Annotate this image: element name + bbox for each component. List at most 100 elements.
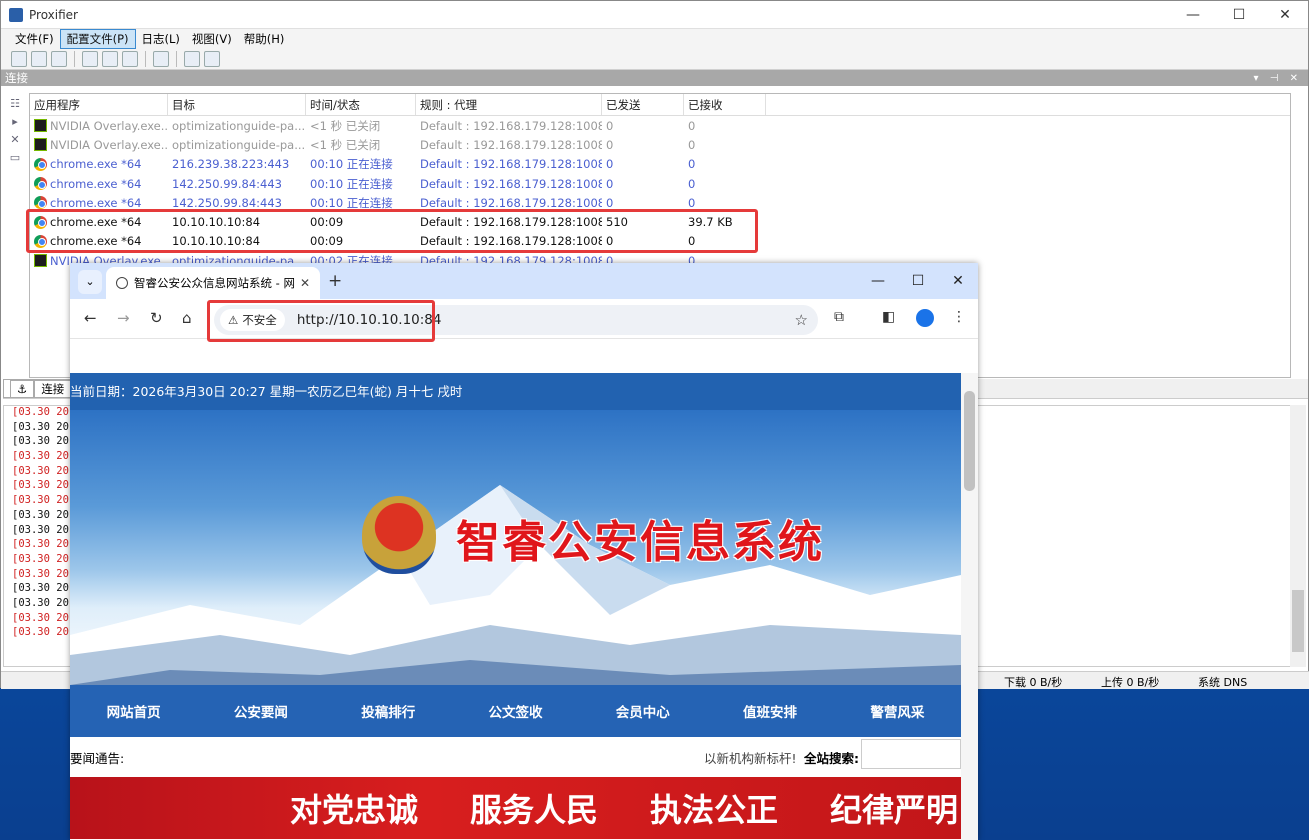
reload-icon[interactable]: ↻ [150, 309, 163, 327]
app-name: chrome.exe *64 [50, 195, 142, 210]
help-icon[interactable] [204, 50, 220, 67]
column-application[interactable]: 应用程序 [30, 94, 168, 115]
sent: 0 [606, 118, 614, 133]
close-button[interactable]: ✕ [1262, 1, 1308, 28]
column-received[interactable]: 已接收 [684, 94, 766, 115]
nav-submission-ranking[interactable]: 投稿排行 [325, 701, 452, 721]
webpage: 当前日期：2026年3月30日 20:27 星期一农历乙巳年(蛇) 月十七 戌时… [70, 373, 961, 840]
column-target[interactable]: 目标 [168, 94, 306, 115]
time-status: 00:10 正在连接 [310, 176, 393, 191]
chrome-window: ⌄ 智睿公安公众信息网站系统 - 网 ✕ + — ☐ ✕ ← → ↻ ⌂ ⚠ 不安… [70, 263, 978, 840]
app-name: NVIDIA Overlay.exe... [50, 137, 168, 152]
rule-proxy: Default : 192.168.179.128:1008... [420, 195, 602, 210]
chrome-close-button[interactable]: ✕ [938, 263, 978, 299]
page-scrollbar[interactable] [961, 373, 978, 840]
new-tab-button[interactable]: + [328, 271, 342, 291]
app-name: chrome.exe *64 [50, 157, 142, 172]
back-icon[interactable]: ← [84, 309, 97, 327]
profile-avatar[interactable] [916, 309, 934, 327]
proxifier-app-icon [9, 7, 23, 22]
chrome-icon [34, 157, 47, 171]
column-rule-proxy[interactable]: 规则 : 代理 [416, 94, 602, 115]
nav-document-receipt[interactable]: 公文签收 [452, 701, 579, 721]
tab-connections[interactable]: ⚓ 连接 [3, 379, 79, 398]
close-connection-icon[interactable]: ✕ [3, 133, 27, 151]
notice-label: 要闻通告: [70, 750, 125, 766]
open-profile-icon[interactable] [102, 50, 118, 67]
connections-panel-header: 连接 ▾ ⊣ ✕ [1, 70, 1308, 86]
home-icon[interactable]: ⌂ [182, 309, 192, 327]
browser-tab[interactable]: 智睿公安公众信息网站系统 - 网 ✕ [106, 267, 320, 299]
nav-police-news[interactable]: 公安要闻 [197, 701, 324, 721]
side-panel-icon[interactable]: ◧ [882, 309, 895, 325]
chrome-minimize-button[interactable]: — [858, 263, 898, 299]
expand-icon[interactable]: ▸ [3, 115, 27, 133]
properties-icon[interactable]: ▭ [3, 151, 27, 169]
page-scrollbar-thumb[interactable] [964, 391, 975, 491]
site-nav: 网站首页 公安要闻 投稿排行 公文签收 会员中心 值班安排 警营风采 [70, 685, 961, 737]
maximize-button[interactable]: ☐ [1216, 1, 1262, 28]
sent: 0 [606, 195, 614, 210]
rules-icon[interactable] [31, 50, 47, 67]
table-row[interactable]: chrome.exe *64 216.239.38.223:443 00:10 … [30, 155, 1290, 174]
forward-icon[interactable]: → [117, 309, 130, 327]
rule-proxy: Default : 192.168.179.128:1008... [420, 176, 602, 191]
extensions-icon[interactable]: ⧉ [834, 309, 844, 325]
list-view-icon[interactable]: ☷ [3, 97, 27, 115]
column-time-status[interactable]: 时间/状态 [306, 94, 416, 115]
panel-controls[interactable]: ▾ ⊣ ✕ [1254, 73, 1308, 84]
police-emblem-logo [362, 496, 436, 574]
dns-mode: 系统 DNS [1198, 676, 1248, 689]
menu-profile[interactable]: 配置文件(P) [59, 28, 136, 49]
menu-log[interactable]: 日志(L) [136, 30, 186, 48]
name-resolution-icon[interactable] [51, 50, 67, 67]
copy-icon[interactable] [153, 50, 169, 67]
site-banner: 智睿公安信息系统 [70, 410, 961, 685]
menu-kebab-icon[interactable]: ⋮ [952, 309, 966, 325]
nav-police-gallery[interactable]: 警营风采 [834, 701, 961, 721]
slogan-item: 纪律严明 [830, 791, 959, 829]
menu-file[interactable]: 文件(F) [9, 30, 60, 48]
app-name: NVIDIA Overlay.exe... [50, 118, 168, 133]
rule-proxy: Default : 192.168.179.128:1008... [420, 118, 602, 133]
window-title: Proxifier [29, 7, 78, 22]
target: optimizationguide-pa... [172, 118, 306, 133]
chrome-tab-strip: ⌄ 智睿公安公众信息网站系统 - 网 ✕ + — ☐ ✕ [70, 263, 978, 299]
side-toolbar: ☷ ▸ ✕ ▭ [3, 97, 27, 169]
chrome-maximize-button[interactable]: ☐ [898, 263, 938, 299]
column-sent[interactable]: 已发送 [602, 94, 684, 115]
scrollbar-thumb[interactable] [1292, 590, 1304, 652]
close-tab-icon[interactable]: ✕ [300, 276, 310, 290]
time-status: <1 秒 已关闭 [310, 137, 381, 152]
highlight-box-connections [26, 209, 758, 253]
target: 142.250.99.84:443 [172, 176, 282, 191]
nav-duty-schedule[interactable]: 值班安排 [706, 701, 833, 721]
nav-member-center[interactable]: 会员中心 [579, 701, 706, 721]
banner-title: 智睿公安信息系统 [456, 517, 824, 568]
slogan-item: 对党忠诚 [290, 791, 419, 829]
nvidia-icon [34, 254, 47, 268]
rule-proxy: Default : 192.168.179.128:1008... [420, 157, 602, 172]
table-row[interactable]: NVIDIA Overlay.exe... optimizationguide-… [30, 116, 1290, 135]
site-search-input[interactable] [861, 739, 961, 769]
nav-home[interactable]: 网站首页 [70, 701, 197, 721]
table-row[interactable]: NVIDIA Overlay.exe... optimizationguide-… [30, 135, 1290, 154]
nvidia-icon [34, 138, 47, 152]
received: 0 [688, 137, 696, 152]
new-profile-icon[interactable] [82, 50, 98, 67]
notice-marquee[interactable]: 以新机构新标杆! [704, 748, 797, 767]
received: 0 [688, 118, 696, 133]
minimize-button[interactable]: — [1170, 1, 1216, 28]
save-profile-icon[interactable] [122, 50, 138, 67]
proxy-servers-icon[interactable] [11, 50, 27, 67]
print-icon[interactable] [184, 50, 200, 67]
bookmark-star-icon[interactable]: ☆ [795, 311, 808, 329]
tab-search-button[interactable]: ⌄ [78, 270, 102, 294]
highlight-box-url [207, 300, 435, 342]
upload-rate: 上传 0 B/秒 [1101, 676, 1160, 689]
table-row[interactable]: chrome.exe *64 142.250.99.84:443 00:10 正… [30, 174, 1290, 193]
date-bar: 当前日期：2026年3月30日 20:27 星期一农历乙巳年(蛇) 月十七 戌时 [70, 373, 961, 410]
menu-view[interactable]: 视图(V) [186, 30, 238, 48]
menu-help[interactable]: 帮助(H) [238, 30, 291, 48]
log-scrollbar[interactable] [1290, 405, 1306, 667]
